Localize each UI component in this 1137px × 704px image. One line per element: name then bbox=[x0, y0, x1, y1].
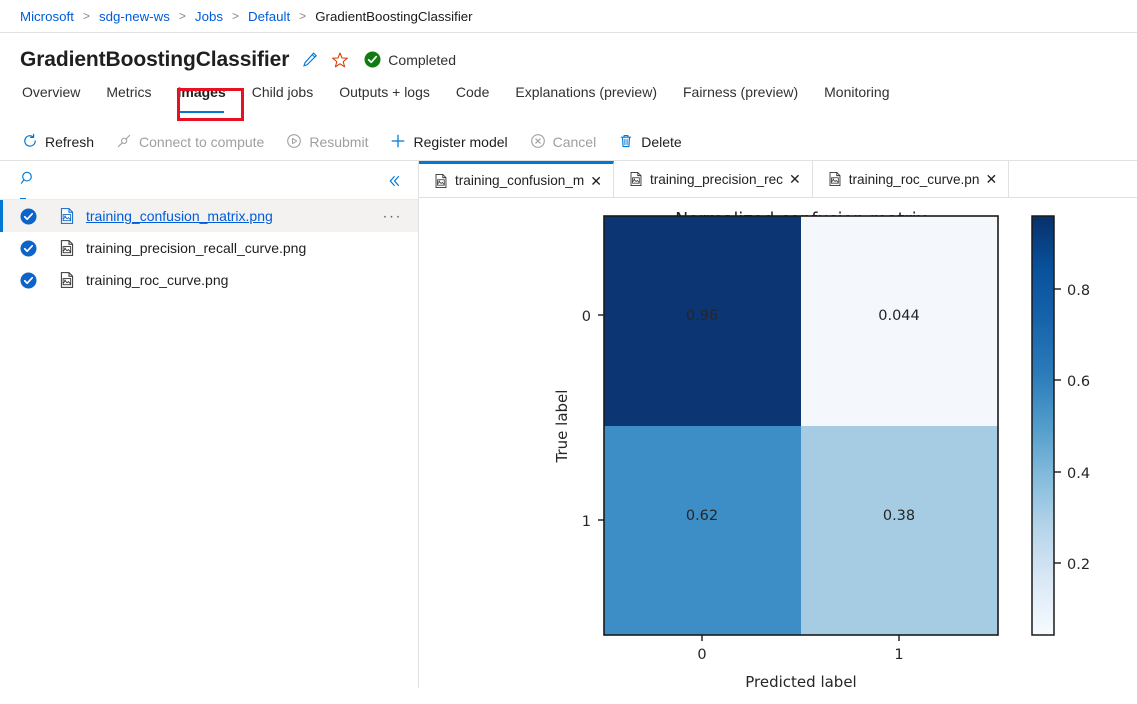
image-tab-label: training_precision_rec bbox=[650, 172, 783, 187]
page-title: GradientBoostingClassifier bbox=[20, 48, 289, 72]
tab-monitoring[interactable]: Monitoring bbox=[824, 82, 889, 109]
file-name-label[interactable]: training_roc_curve.png bbox=[86, 272, 228, 288]
page-header: GradientBoostingClassifier Completed bbox=[0, 33, 1137, 82]
register-model-label: Register model bbox=[413, 135, 507, 149]
colorbar bbox=[1032, 216, 1054, 635]
resubmit-label: Resubmit bbox=[309, 135, 368, 149]
colorbar-tick-2: 0.6 bbox=[1067, 374, 1090, 390]
image-tab-label: training_confusion_m bbox=[455, 173, 584, 188]
main-tab-bar: Overview Metrics Images Child jobs Outpu… bbox=[0, 82, 1137, 122]
image-file-icon bbox=[827, 171, 843, 187]
breadcrumb: Microsoft > sdg-new-ws > Jobs > Default … bbox=[0, 0, 1137, 33]
breadcrumb-item-default[interactable]: Default bbox=[248, 9, 290, 24]
colorbar-tick-3: 0.8 bbox=[1067, 283, 1090, 299]
image-tab-confusion-matrix[interactable]: training_confusion_m ✕ bbox=[419, 161, 614, 197]
image-tab-label: training_roc_curve.pn bbox=[849, 172, 980, 187]
tab-images[interactable]: Images bbox=[177, 82, 225, 109]
plug-icon bbox=[116, 133, 139, 152]
close-icon[interactable]: ✕ bbox=[985, 172, 997, 186]
delete-label: Delete bbox=[641, 135, 681, 149]
checked-circle-icon[interactable] bbox=[20, 240, 37, 257]
play-circle-icon bbox=[286, 133, 309, 152]
tab-metrics[interactable]: Metrics bbox=[106, 82, 151, 109]
file-row-confusion-matrix[interactable]: training_confusion_matrix.png ··· bbox=[0, 200, 418, 232]
close-icon[interactable]: ✕ bbox=[789, 172, 801, 186]
content-split: training_confusion_matrix.png ··· bbox=[0, 160, 1137, 688]
status-text: Completed bbox=[388, 52, 456, 68]
refresh-button[interactable]: Refresh bbox=[22, 133, 94, 152]
breadcrumb-separator: > bbox=[232, 9, 239, 23]
confusion-matrix-figure: Normalized confusion matrix 0.96 0.044 0… bbox=[419, 198, 1137, 688]
image-viewer-pane: training_confusion_m ✕ training_precisio… bbox=[419, 161, 1137, 688]
y-tick-label-1: 1 bbox=[582, 514, 591, 530]
refresh-icon bbox=[22, 133, 45, 152]
breadcrumb-item-workspace[interactable]: sdg-new-ws bbox=[99, 9, 170, 24]
plus-icon bbox=[390, 133, 413, 152]
image-file-icon bbox=[58, 207, 76, 225]
cell-1-0 bbox=[604, 426, 801, 635]
delete-button[interactable]: Delete bbox=[618, 133, 681, 152]
trash-icon bbox=[618, 133, 641, 152]
search-icon bbox=[20, 170, 36, 191]
y-tick-label-0: 0 bbox=[582, 309, 591, 325]
colorbar-tick-1: 0.4 bbox=[1067, 466, 1090, 482]
refresh-label: Refresh bbox=[45, 135, 94, 149]
cell-value-0-1: 0.044 bbox=[878, 308, 920, 324]
cell-1-1 bbox=[801, 426, 998, 635]
resubmit-button[interactable]: Resubmit bbox=[286, 133, 368, 152]
y-axis-label: True label bbox=[553, 390, 571, 464]
breadcrumb-separator: > bbox=[83, 9, 90, 23]
cancel-circle-icon bbox=[530, 133, 553, 152]
file-name-label[interactable]: training_confusion_matrix.png bbox=[86, 208, 273, 224]
x-tick-label-0: 0 bbox=[697, 647, 706, 663]
command-bar: Refresh Connect to compute Resubmit Regi… bbox=[0, 124, 1137, 160]
cell-value-1-0: 0.62 bbox=[686, 508, 718, 524]
image-file-icon bbox=[58, 239, 76, 257]
connect-to-compute-label: Connect to compute bbox=[139, 135, 264, 149]
tab-code[interactable]: Code bbox=[456, 82, 489, 109]
file-row-roc-curve[interactable]: training_roc_curve.png bbox=[0, 264, 418, 296]
double-chevron-left-icon[interactable] bbox=[382, 169, 406, 193]
breadcrumb-separator: > bbox=[179, 9, 186, 23]
search-input[interactable] bbox=[36, 173, 382, 189]
tab-child-jobs[interactable]: Child jobs bbox=[252, 82, 313, 109]
cell-value-0-0: 0.96 bbox=[686, 308, 718, 324]
breadcrumb-separator: > bbox=[299, 9, 306, 23]
image-tab-precision-recall[interactable]: training_precision_rec ✕ bbox=[614, 161, 813, 197]
image-file-icon bbox=[628, 171, 644, 187]
status-badge: Completed bbox=[364, 51, 456, 68]
image-file-icon bbox=[433, 173, 449, 189]
tab-overview[interactable]: Overview bbox=[22, 82, 80, 109]
image-tab-roc-curve[interactable]: training_roc_curve.pn ✕ bbox=[813, 161, 1009, 197]
x-axis-label: Predicted label bbox=[745, 673, 856, 688]
image-tab-bar: training_confusion_m ✕ training_precisio… bbox=[419, 161, 1137, 198]
checked-circle-icon[interactable] bbox=[20, 272, 37, 289]
register-model-button[interactable]: Register model bbox=[390, 133, 507, 152]
breadcrumb-item-jobs[interactable]: Jobs bbox=[195, 9, 223, 24]
tab-explanations[interactable]: Explanations (preview) bbox=[515, 82, 657, 109]
file-list-pane: training_confusion_matrix.png ··· bbox=[0, 161, 419, 688]
tab-outputs-logs[interactable]: Outputs + logs bbox=[339, 82, 430, 109]
image-file-icon bbox=[58, 271, 76, 289]
cell-value-1-1: 0.38 bbox=[883, 508, 915, 524]
x-tick-label-1: 1 bbox=[894, 647, 903, 663]
pencil-icon[interactable] bbox=[298, 48, 322, 72]
checked-circle-icon[interactable] bbox=[20, 208, 37, 225]
cancel-label: Cancel bbox=[553, 135, 597, 149]
star-icon[interactable] bbox=[328, 48, 352, 72]
tab-fairness[interactable]: Fairness (preview) bbox=[683, 82, 798, 109]
colorbar-tick-0: 0.2 bbox=[1067, 557, 1090, 573]
search-row bbox=[0, 161, 418, 200]
breadcrumb-item-current: GradientBoostingClassifier bbox=[315, 9, 472, 24]
success-check-icon bbox=[364, 51, 381, 68]
cancel-button[interactable]: Cancel bbox=[530, 133, 597, 152]
close-icon[interactable]: ✕ bbox=[590, 174, 602, 188]
file-row-precision-recall-curve[interactable]: training_precision_recall_curve.png bbox=[0, 232, 418, 264]
file-name-label[interactable]: training_precision_recall_curve.png bbox=[86, 240, 306, 256]
breadcrumb-item-microsoft[interactable]: Microsoft bbox=[20, 9, 74, 24]
connect-to-compute-button[interactable]: Connect to compute bbox=[116, 133, 264, 152]
row-overflow-menu-icon[interactable]: ··· bbox=[383, 209, 403, 224]
chart-svg: Normalized confusion matrix 0.96 0.044 0… bbox=[419, 198, 1137, 688]
